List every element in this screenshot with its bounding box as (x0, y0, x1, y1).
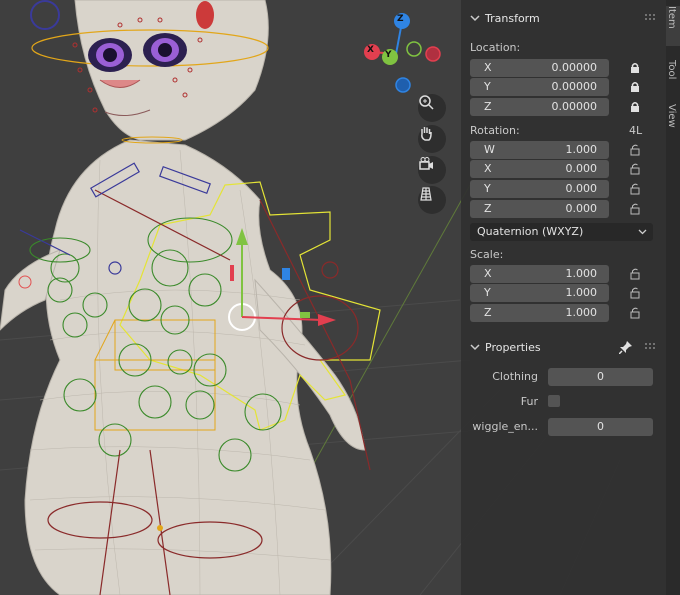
drag-grip-icon[interactable] (644, 13, 656, 23)
property-checkbox-fur[interactable] (548, 395, 560, 407)
camera-view-button[interactable] (418, 156, 446, 184)
property-label-fur: Fur (520, 395, 538, 408)
rotation-w-field[interactable]: W 1.000 (470, 141, 609, 159)
rotation-4l-lock-label[interactable]: 4L (629, 124, 642, 137)
chevron-down-icon (470, 344, 480, 351)
scale-label: Scale: (470, 248, 504, 261)
pan-button[interactable] (418, 125, 446, 153)
chevron-down-icon (470, 15, 480, 22)
rotation-mode-dropdown[interactable]: Quaternion (WXYZ) (470, 223, 653, 241)
pin-icon[interactable] (619, 340, 633, 354)
lock-open-icon[interactable] (629, 144, 641, 156)
tab-view[interactable]: View (666, 104, 680, 140)
scale-z-field[interactable]: Z 1.000 (470, 304, 609, 322)
lock-open-icon[interactable] (629, 268, 641, 280)
lock-open-icon[interactable] (629, 203, 641, 215)
chevron-down-icon (638, 229, 647, 235)
location-x-field[interactable]: X 0.00000 (470, 59, 609, 77)
lock-open-icon[interactable] (629, 163, 641, 175)
property-field-wiggle[interactable]: 0 (548, 418, 653, 436)
projection-toggle-button[interactable] (418, 186, 446, 214)
location-y-field[interactable]: Y 0.00000 (470, 78, 609, 96)
rotation-label: Rotation: (470, 124, 520, 137)
rotation-z-field[interactable]: Z 0.000 (470, 200, 609, 218)
sidebar-tabs: Item Tool View (666, 0, 680, 595)
gizmo-y-label: Y (385, 50, 392, 60)
neg-x-axis-handle (425, 46, 441, 62)
zoom-button[interactable] (418, 94, 446, 122)
lock-open-icon[interactable] (629, 183, 641, 195)
drag-grip-icon[interactable] (644, 342, 656, 352)
hand-icon (421, 127, 432, 141)
tab-tool[interactable]: Tool (666, 60, 680, 96)
sidebar-panel: Transform Location: X 0.00000 Y 0.00000 Z0… (461, 0, 666, 595)
gizmo-z-label: Z (397, 14, 404, 24)
rotation-x-field[interactable]: X 0.000 (470, 160, 609, 178)
tab-item[interactable]: Item (666, 6, 680, 46)
property-label-clothing: Clothing (492, 370, 538, 383)
rotation-y-field[interactable]: Y 0.000 (470, 180, 609, 198)
transform-panel-title: Transform (485, 11, 540, 25)
property-field-clothing[interactable]: 0 (548, 368, 653, 386)
grid-icon (420, 187, 432, 201)
properties-panel-header[interactable]: Properties (461, 335, 666, 359)
properties-panel-title: Properties (485, 340, 541, 354)
lock-closed-icon[interactable] (629, 62, 641, 74)
lock-open-icon[interactable] (629, 307, 641, 319)
property-label-wiggle: wiggle_en... (472, 420, 538, 433)
location-label: Location: (470, 41, 521, 54)
zoom-icon (419, 95, 434, 110)
lock-open-icon[interactable] (629, 287, 641, 299)
neg-z-axis-handle (395, 77, 411, 93)
scale-x-field[interactable]: X 1.000 (470, 265, 609, 283)
location-z-field[interactable]: Z 0.00000 (470, 98, 609, 116)
gizmo-x-label: X (367, 45, 374, 55)
camera-icon (419, 157, 433, 170)
transform-panel-header[interactable]: Transform (461, 6, 666, 30)
lock-closed-icon[interactable] (629, 81, 641, 93)
lock-closed-icon[interactable] (629, 101, 641, 113)
neg-y-axis-handle (406, 41, 422, 57)
scale-y-field[interactable]: Y 1.000 (470, 284, 609, 302)
